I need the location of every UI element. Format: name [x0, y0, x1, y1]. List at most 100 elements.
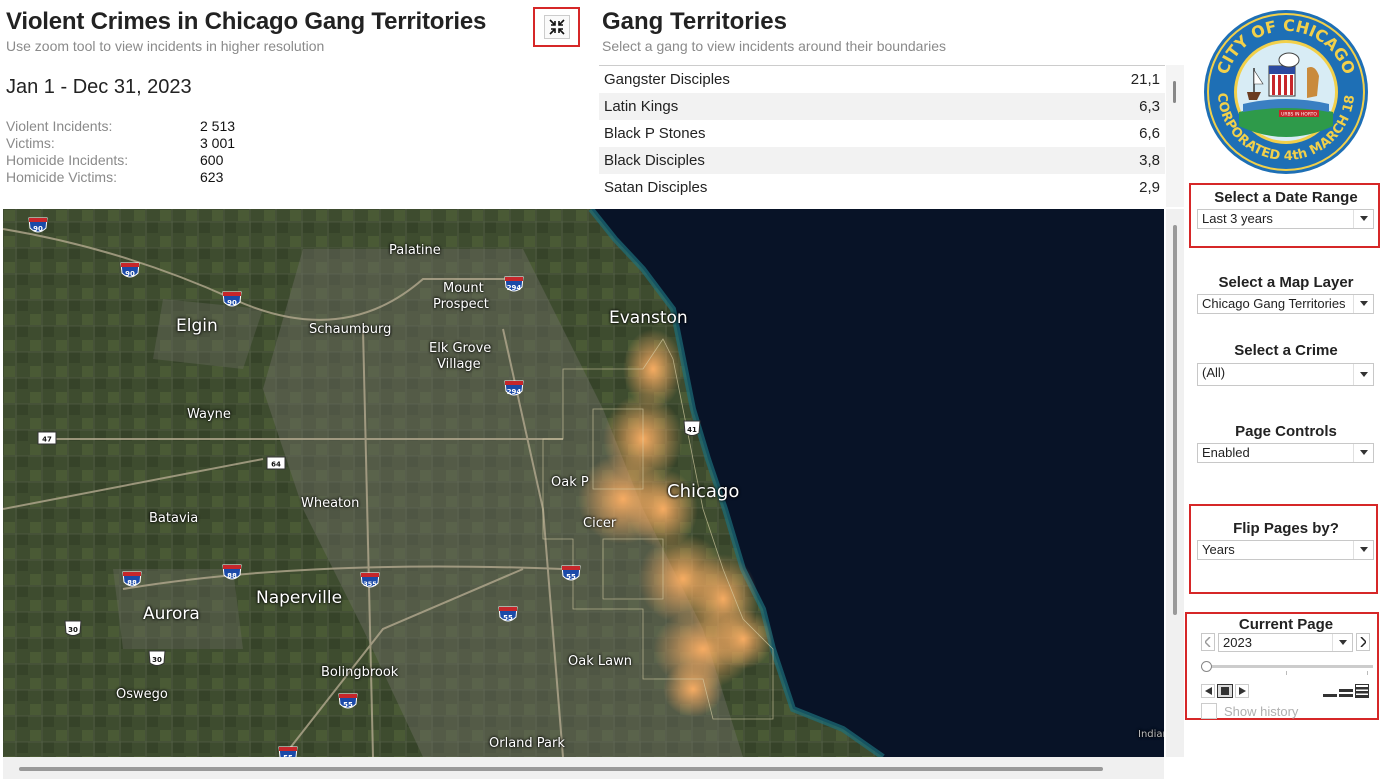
stat-value: 623 [200, 169, 224, 185]
shield-label: 41 [687, 426, 697, 434]
gang-name: Gangster Disciples [604, 71, 730, 88]
gang-name: Black P Stones [604, 125, 706, 142]
shield-label: 90 [125, 270, 135, 278]
current-page-select[interactable]: 2023 [1218, 633, 1353, 652]
gang-row[interactable]: Gangster Disciples 21,1 [599, 66, 1165, 93]
stats-panel: Violent Incidents: 2 513 Victims: 3 001 Ho… [6, 118, 306, 186]
stat-label: Homicide Victims: [6, 169, 117, 185]
highway-shield: 355 [359, 571, 381, 591]
stat-value: 600 [200, 152, 224, 168]
slider-tick [1286, 671, 1287, 675]
play-forward-icon[interactable] [1235, 684, 1249, 698]
playback-controls [1201, 684, 1249, 698]
page-controls-select[interactable]: Enabled [1197, 443, 1374, 463]
crime-select[interactable]: (All) [1197, 363, 1374, 386]
map-layer-select[interactable]: Chicago Gang Territories [1197, 294, 1374, 314]
crime-title: Select a Crime [1234, 342, 1338, 359]
chevron-down-icon [1353, 295, 1373, 313]
page-controls-title: Page Controls [1235, 423, 1337, 440]
gang-table-scrollbar[interactable] [1166, 65, 1184, 207]
shield-label: 30 [152, 656, 162, 664]
speed-slow-icon[interactable] [1323, 684, 1337, 698]
shield-label: 88 [227, 572, 237, 580]
map-layer-title: Select a Map Layer [1218, 274, 1354, 291]
place-label: Prospect [433, 297, 489, 312]
place-label: Aurora [143, 604, 200, 624]
select-value: Enabled [1202, 445, 1250, 460]
shield-label: 88 [127, 579, 137, 587]
highway-shield: 30 [62, 619, 84, 639]
page-slider-track[interactable] [1201, 665, 1373, 668]
highway-shield: 55 [277, 745, 299, 757]
gang-row[interactable]: Satan Disciples 2,9 [599, 174, 1165, 201]
show-history-label: Show history [1224, 704, 1299, 719]
shield-label: 55 [503, 614, 513, 622]
highway-shield: 55 [337, 692, 359, 712]
place-label: Oak Lawn [568, 654, 632, 669]
place-label: Chicago [667, 481, 740, 502]
map-vertical-scrollbar[interactable] [1166, 209, 1184, 757]
place-label: Wayne [187, 407, 231, 422]
map-horizontal-scrollbar[interactable] [3, 757, 1164, 779]
place-label: Naperville [256, 588, 343, 608]
shield-label: 55 [343, 701, 353, 709]
gang-row[interactable]: Latin Kings 6,3 [599, 93, 1165, 120]
chevron-down-icon [1353, 364, 1373, 385]
gang-value: 21,1 [1130, 71, 1160, 88]
chevron-left-icon[interactable] [1201, 633, 1215, 651]
place-label: Mount [443, 281, 484, 296]
gang-row[interactable]: Black P Stones 6,6 [599, 120, 1165, 147]
show-history-checkbox[interactable] [1201, 703, 1217, 719]
highway-shield: 47 [36, 428, 58, 448]
place-label: Bolingbrook [321, 665, 399, 680]
place-label: Schaumburg [309, 322, 392, 337]
scrollbar-thumb[interactable] [19, 767, 1103, 771]
collapse-arrows-icon [544, 15, 570, 39]
stat-label: Homicide Incidents: [6, 152, 129, 168]
highway-shield: 90 [119, 261, 141, 281]
chevron-right-icon[interactable] [1356, 633, 1370, 651]
select-value: Last 3 years [1202, 211, 1273, 226]
flip-pages-select[interactable]: Years [1197, 540, 1374, 560]
stop-icon[interactable] [1217, 684, 1233, 698]
gang-table: Gangster Disciples 21,1 Latin Kings 6,3 Bl… [599, 65, 1165, 201]
speed-fast-icon[interactable] [1355, 684, 1369, 698]
highway-shield: 30 [146, 649, 168, 669]
map-view[interactable]: Palatine Mount Prospect Evanston Elgin S… [3, 209, 1164, 757]
shield-label: 30 [68, 626, 78, 634]
shield-label: 64 [271, 461, 281, 469]
slider-tick [1367, 671, 1368, 675]
date-range-title: Select a Date Range [1214, 189, 1358, 206]
place-label: Elgin [176, 316, 218, 336]
gang-value: 6,3 [1139, 98, 1160, 115]
gang-name: Satan Disciples [604, 179, 708, 196]
stat-value: 3 001 [200, 135, 236, 151]
play-backward-icon[interactable] [1201, 684, 1215, 698]
dashboard-title: Violent Crimes in Chicago Gang Territori… [6, 8, 487, 35]
shield-label: 294 [507, 388, 522, 396]
date-range-select[interactable]: Last 3 years [1197, 209, 1374, 229]
scrollbar-thumb[interactable] [1173, 81, 1176, 103]
gang-value: 3,8 [1139, 152, 1160, 169]
place-label: Palatine [389, 243, 441, 258]
city-seal-logo: URBS IN HORTO CITY OF CHICAGO INCORPORAT… [1198, 0, 1369, 176]
seal-motto: URBS IN HORTO [1281, 112, 1317, 118]
shield-label: 55 [566, 573, 576, 581]
scrollbar-thumb[interactable] [1173, 225, 1177, 615]
place-label: Evanston [609, 308, 688, 328]
gang-row[interactable]: Black Disciples 3,8 [599, 147, 1165, 174]
date-range-label: Jan 1 - Dec 31, 2023 [6, 76, 192, 98]
highway-shield: 294 [503, 379, 525, 399]
chevron-down-icon [1332, 634, 1352, 651]
gang-name: Black Disciples [604, 152, 705, 169]
shield-label: 47 [42, 436, 52, 444]
highway-shield: 41 [681, 419, 703, 439]
highway-shield: 294 [503, 275, 525, 295]
speed-medium-icon[interactable] [1339, 684, 1353, 698]
place-label: Village [437, 357, 481, 372]
page-slider-thumb[interactable] [1201, 661, 1212, 672]
stat-homicide-victims: Homicide Victims: 623 [6, 169, 306, 186]
flip-pages-title: Flip Pages by? [1233, 520, 1339, 537]
collapse-button[interactable] [533, 7, 580, 47]
gang-territories-title: Gang Territories [602, 8, 787, 35]
